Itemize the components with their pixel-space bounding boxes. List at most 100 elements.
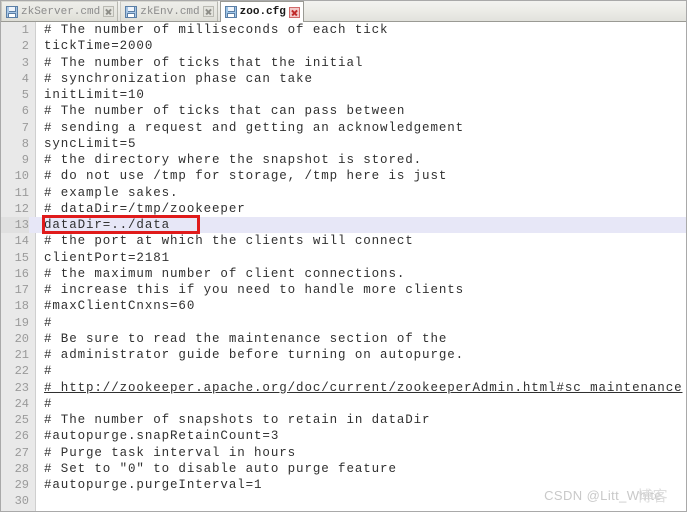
code-line-text: # Set to "0" to disable auto purge featu… (44, 461, 397, 476)
line-number: 26 (14, 429, 29, 444)
code-line-text: # sending a request and getting an ackno… (44, 120, 465, 135)
code-line[interactable]: 15 clientPort=2181 (1, 250, 686, 266)
line-number: 10 (14, 169, 29, 184)
line-number: 23 (14, 380, 29, 395)
code-line[interactable]: 1 # The number of milliseconds of each ti… (1, 22, 686, 38)
line-number: 16 (14, 266, 29, 281)
code-line-text: initLimit=10 (44, 88, 145, 102)
code-line-text: #maxClientCnxns=60 (44, 299, 196, 314)
code-line-text: # increase this if you need to handle mo… (44, 283, 465, 297)
save-floppy-icon (224, 6, 237, 18)
line-number: 4 (21, 71, 29, 86)
code-line[interactable]: 5 initLimit=10 (1, 87, 686, 103)
line-number: 27 (14, 445, 29, 460)
line-number: 25 (14, 413, 29, 427)
tab-label: zkServer.cmd (21, 5, 101, 18)
code-line-text: # example sakes. (44, 185, 179, 200)
tab-label: zkEnv.cmd (140, 5, 200, 18)
line-number: 1 (21, 23, 29, 37)
line-number: 21 (14, 348, 29, 362)
close-icon[interactable] (202, 6, 214, 17)
tab-bar-filler (306, 1, 686, 21)
code-line[interactable]: 16 # the maximum number of client connect… (1, 266, 686, 282)
line-number: 18 (14, 299, 29, 314)
code-line[interactable]: 25 # The number of snapshots to retain in… (1, 412, 686, 428)
code-line-text: # Purge task interval in hours (44, 445, 297, 460)
code-line-text: # Be sure to read the maintenance sectio… (44, 331, 448, 346)
code-line-text: # The number of ticks that the initial (44, 55, 364, 70)
line-number: 17 (14, 283, 29, 297)
code-line-link[interactable]: # http://zookeeper.apache.org/doc/curren… (44, 380, 683, 396)
code-line[interactable]: 30 (1, 493, 686, 509)
code-line[interactable]: 8 syncLimit=5 (1, 136, 686, 152)
code-line[interactable]: 27 # Purge task interval in hours (1, 445, 686, 461)
line-number: 14 (14, 234, 29, 249)
line-number: 9 (21, 153, 29, 167)
code-line-text: clientPort=2181 (44, 250, 171, 265)
code-line[interactable]: 17 # increase this if you need to handle … (1, 282, 686, 298)
code-line-text: # do not use /tmp for storage, /tmp here… (44, 169, 448, 184)
code-line[interactable]: 3 # The number of ticks that the initial (1, 55, 686, 71)
code-line[interactable]: 11 # example sakes. (1, 185, 686, 201)
code-line[interactable]: 23 # http://zookeeper.apache.org/doc/curr… (1, 380, 686, 396)
editor-window: zkServer.cmd zkEnv.cmd zoo.cfg 1 # The nu… (0, 0, 687, 512)
code-editor[interactable]: 1 # The number of milliseconds of each ti… (1, 22, 686, 511)
line-number: 5 (21, 88, 29, 102)
code-line-text: # (44, 315, 53, 330)
code-line-text: syncLimit=5 (44, 136, 137, 151)
code-line[interactable]: 18 #maxClientCnxns=60 (1, 298, 686, 314)
line-number: 13 (1, 217, 29, 234)
tab-zoo-cfg[interactable]: zoo.cfg (219, 1, 304, 22)
save-floppy-icon (125, 5, 138, 18)
line-number: 28 (14, 461, 29, 476)
line-number: 7 (21, 120, 29, 135)
tab-label: zoo.cfg (239, 6, 286, 18)
code-line-text: dataDir=../data (44, 218, 171, 232)
code-line[interactable]: 14 # the port at which the clients will c… (1, 233, 686, 249)
line-number: 2 (21, 39, 29, 54)
line-number: 24 (14, 396, 29, 411)
line-number: 22 (14, 364, 29, 379)
code-line[interactable]: 13 dataDir=../data (1, 217, 686, 234)
code-line[interactable]: 7 # sending a request and getting an ackn… (1, 120, 686, 136)
tab-zkserver-cmd[interactable]: zkServer.cmd (1, 1, 119, 21)
code-line[interactable]: 22 # (1, 363, 686, 379)
line-number: 15 (14, 250, 29, 265)
tab-zkenv-cmd[interactable]: zkEnv.cmd (120, 1, 218, 21)
line-number: 30 (14, 494, 29, 509)
code-line[interactable]: 29 #autopurge.purgeInterval=1 (1, 477, 686, 493)
code-line-text: # the port at which the clients will con… (44, 234, 414, 249)
line-number: 11 (14, 185, 29, 200)
code-line[interactable]: 28 # Set to "0" to disable auto purge fea… (1, 461, 686, 477)
code-line-text: tickTime=2000 (44, 39, 154, 54)
code-line[interactable]: 10 # do not use /tmp for storage, /tmp he… (1, 168, 686, 184)
code-line[interactable]: 6 # The number of ticks that can pass bet… (1, 103, 686, 119)
line-number: 8 (21, 136, 29, 151)
code-line[interactable]: 21 # administrator guide before turning o… (1, 347, 686, 363)
code-line[interactable]: 12 # dataDir=/tmp/zookeeper (1, 201, 686, 217)
code-line-text: # the maximum number of client connectio… (44, 266, 406, 281)
code-line[interactable]: 9 # the directory where the snapshot is s… (1, 152, 686, 168)
line-number: 3 (21, 55, 29, 70)
code-line[interactable]: 20 # Be sure to read the maintenance sect… (1, 331, 686, 347)
code-line[interactable]: 24 # (1, 396, 686, 412)
line-number: 19 (14, 315, 29, 330)
close-icon[interactable] (103, 6, 115, 17)
line-number: 20 (14, 331, 29, 346)
line-number: 6 (21, 104, 29, 119)
tab-bar: zkServer.cmd zkEnv.cmd zoo.cfg (1, 1, 686, 22)
code-line-text: #autopurge.purgeInterval=1 (44, 478, 263, 492)
code-line[interactable]: 2 tickTime=2000 (1, 38, 686, 54)
code-line[interactable]: 4 # synchronization phase can take (1, 71, 686, 87)
code-line-text: # The number of snapshots to retain in d… (44, 413, 431, 427)
code-line-text: # (44, 364, 53, 379)
code-line-text: # The number of ticks that can pass betw… (44, 104, 406, 119)
code-line-text: # (44, 396, 53, 411)
line-number: 29 (14, 478, 29, 492)
code-line[interactable]: 26 #autopurge.snapRetainCount=3 (1, 428, 686, 444)
code-line[interactable]: 19 # (1, 315, 686, 331)
save-floppy-icon (6, 5, 18, 18)
code-line-text: # synchronization phase can take (44, 71, 313, 86)
close-icon[interactable] (288, 6, 300, 18)
code-area[interactable]: 1 # The number of milliseconds of each ti… (1, 22, 686, 511)
